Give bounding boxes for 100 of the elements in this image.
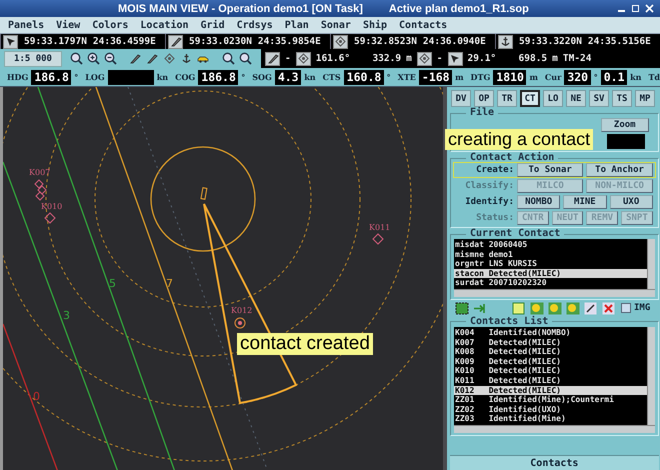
panel-tab[interactable]: LO [543,90,563,107]
delete-icon[interactable] [602,302,615,315]
panel-tab[interactable]: NE [566,90,586,107]
diamond-marker-icon[interactable] [44,212,56,224]
action-label: Classify: [464,181,514,191]
nav-value: 1810 [493,70,526,84]
attribute-row[interactable]: surdat 200710202320 [454,278,647,288]
contact-row[interactable]: ZZ02 Identified(UXO) [454,404,647,414]
panel-tab[interactable]: MP [635,90,655,107]
marker-tool-icon[interactable] [548,302,562,315]
pointer-icon[interactable] [450,54,460,64]
zoom-icon[interactable] [222,52,234,65]
nav-unit: kn [630,72,642,82]
nav-value: 186.8 [198,70,238,84]
document-icon[interactable] [512,302,525,315]
menu-item[interactable]: Plan [284,20,309,30]
action-button[interactable]: NOMBO [517,195,560,209]
menu-item[interactable]: View [56,20,80,30]
img-label: IMG [634,303,650,314]
anchor-icon[interactable] [180,53,192,64]
action-button[interactable]: MINE [563,195,606,209]
nav-label: Td [648,72,660,82]
longitude-value: 24:35.9854E [258,36,321,47]
nav-value [108,70,154,84]
longitude-value: 24:36.0940E [422,36,486,47]
menu-item[interactable]: Ship [362,20,388,30]
attribute-row[interactable]: misdat 20060405 [454,240,647,250]
zoom-icon[interactable] [238,52,252,65]
contact-row[interactable]: K008 Detected(MILEC) [454,347,647,357]
panel-tab[interactable]: TS [612,90,632,107]
menu-item[interactable]: Grid [200,20,225,30]
close-icon[interactable] [645,4,654,13]
contact-cluster-icon[interactable] [34,179,47,201]
menu-item[interactable]: Colors [92,20,128,30]
nav-label: HDG [7,72,28,82]
layer-name-field[interactable] [606,134,645,149]
nav-value: 4.3 [274,70,302,84]
diamond-tool-icon[interactable] [164,53,174,64]
zoom-button[interactable]: Zoom [600,118,649,132]
pointer-icon[interactable] [6,36,16,46]
nav-value: 320 [564,70,591,84]
target-marker-icon[interactable] [234,318,246,328]
img-checkbox[interactable] [621,303,631,314]
contact-row[interactable]: K007 Detected(MILEC) [454,338,647,348]
zoom-icon[interactable] [70,52,82,65]
nav-label: XTE [398,72,416,82]
contact-row[interactable]: K010 Detected(MILEC) [454,366,647,376]
group-legend: Current Contact [466,229,564,239]
vehicle-icon[interactable] [197,54,209,63]
menu-item[interactable]: Crdsys [236,20,273,30]
pencil-icon[interactable] [584,302,597,315]
maximize-icon[interactable] [631,4,640,13]
attribute-row[interactable]: stacon Detected(MILEC) [454,268,647,278]
contact-row[interactable]: K012 Detected(MILEC) [454,386,647,396]
action-button[interactable]: To Sonar [517,163,584,177]
menu-item[interactable]: Contacts [399,20,448,30]
panel-tab[interactable]: CT [520,90,540,107]
diamond-marker-icon[interactable] [372,233,384,245]
action-button[interactable]: UXO [610,195,653,209]
map-view[interactable]: 5 3 7 0 K007 K010 K011 K012 contact created [0,87,443,470]
select-tool-icon[interactable] [454,302,468,315]
leg-bearing: 29.1° [468,53,496,64]
nav-unit: ° [74,72,78,82]
contact-row[interactable]: K011 Detected(MILEC) [454,376,647,386]
menu-item[interactable]: Panels [8,20,44,30]
panel-tab[interactable]: TR [497,90,517,107]
menu-item[interactable]: Location [140,20,189,30]
nav-value: -168 [418,70,452,84]
contact-row[interactable]: K004 Identified(NOMBO) [454,328,647,338]
action-label: Create: [475,165,514,175]
zoom-in-icon[interactable] [86,52,100,65]
nav-unit: kn [156,72,168,82]
attribute-row[interactable]: orgntr LNS KURSIS [454,259,647,269]
window-title: MOIS MAIN VIEW - Operation demo1 [ON Task] [118,2,363,14]
action-button[interactable]: To Anchor [586,163,653,177]
contact-label: K011 [369,223,390,232]
contact-row[interactable]: ZZ03 Identified(Mine) [454,414,647,424]
marker-tool-icon[interactable] [530,302,544,315]
group-legend: Contact Action [466,153,558,163]
nav-unit: kn [304,72,316,82]
contact-row[interactable]: K009 Detected(MILEC) [454,356,647,366]
contact-row[interactable]: ZZ01 Identified(Mine);Countermi [454,395,647,405]
leg-end-icon[interactable] [448,52,463,66]
position-source-icon[interactable] [3,34,18,48]
panel-tab[interactable]: SV [589,90,609,107]
attribute-row[interactable]: mismne demo1 [454,250,647,260]
vessel-icon[interactable] [200,187,208,200]
depth-label: 0 [33,390,40,403]
scale-button[interactable]: 1:5 000 [4,50,62,66]
nav-value: 186.8 [31,70,72,84]
nav-unit: m [529,72,538,82]
latitude-value: 59:33.3220N [519,36,582,47]
latitude-value: 59:32.8523N [354,36,417,47]
leg-separator: - [285,53,291,64]
panel-tab[interactable]: DV [451,90,471,107]
marker-tool-icon[interactable] [566,302,580,315]
nav-label: DTG [470,72,490,82]
panel-tab[interactable]: OP [474,90,494,107]
zoom-out-icon[interactable] [104,52,116,65]
menu-item[interactable]: Sonar [320,20,351,30]
